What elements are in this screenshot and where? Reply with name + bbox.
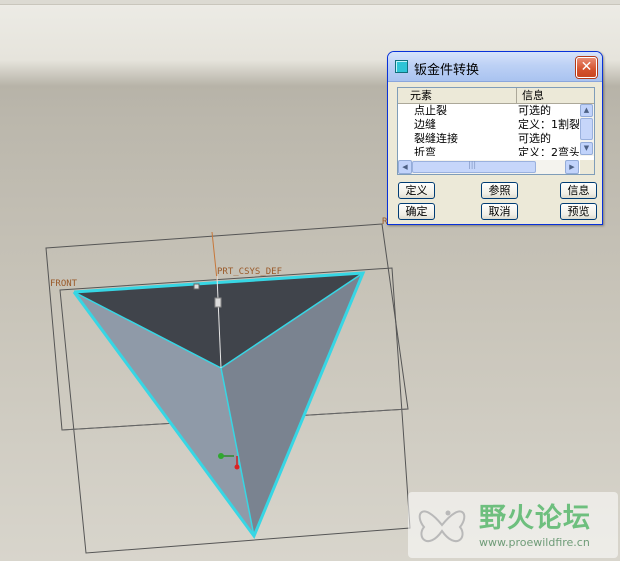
csys-origin <box>218 453 224 459</box>
list-item[interactable]: 点止裂 可选的 <box>398 104 579 118</box>
watermark: 野火论坛 www.proewildfire.cn <box>408 492 618 558</box>
row-info: 定义：2弯头 <box>518 146 579 156</box>
refs-button[interactable]: 参照 <box>481 182 518 199</box>
datum-point <box>193 283 200 290</box>
row-element: 裂缝连接 <box>414 132 458 145</box>
csys-z-marker <box>234 464 240 470</box>
row-element: 边缝 <box>414 118 436 131</box>
row-info: 可选的 <box>518 104 551 117</box>
scroll-right-icon[interactable]: ▶ <box>565 160 579 174</box>
dialog-title: 钣金件转换 <box>414 63 480 78</box>
graphics-viewport[interactable]: FRONT PRT_CSYS_DEF RIGHT 钣金件转换 ✕ 元素 信息 点… <box>0 0 620 561</box>
watermark-url: www.proewildfire.cn <box>479 536 590 549</box>
horizontal-scrollbar[interactable]: ◀ ▶ <box>398 160 579 174</box>
scroll-corner <box>580 160 594 174</box>
list-rows: 点止裂 可选的 边缝 定义：1割裂 裂缝连接 可选的 折弯 定义：2弯头 <box>398 104 579 156</box>
list-item[interactable]: 裂缝连接 可选的 <box>398 132 579 146</box>
scroll-down-icon[interactable]: ▼ <box>580 142 593 155</box>
scroll-up-icon[interactable]: ▲ <box>580 104 593 117</box>
vertical-scroll-thumb[interactable] <box>580 118 593 140</box>
column-header-element[interactable]: 元素 <box>398 88 517 103</box>
list-item[interactable]: 折弯 定义：2弯头 <box>398 146 579 156</box>
vertical-scrollbar[interactable]: ▲ ▼ <box>580 104 594 156</box>
close-icon: ✕ <box>580 59 593 75</box>
label-front: FRONT <box>50 279 78 289</box>
label-csys: PRT_CSYS_DEF <box>217 267 282 277</box>
element-list[interactable]: 元素 信息 点止裂 可选的 边缝 定义：1割裂 裂缝连接 可选的 折弯 定义：2… <box>397 87 595 175</box>
row-element: 折弯 <box>414 146 436 156</box>
close-button[interactable]: ✕ <box>576 57 597 78</box>
dialog-titlebar[interactable]: 钣金件转换 ✕ <box>388 52 602 82</box>
app-icon <box>395 60 408 73</box>
ok-button[interactable]: 确定 <box>398 203 435 220</box>
define-button[interactable]: 定义 <box>398 182 435 199</box>
horizontal-scroll-thumb[interactable] <box>412 160 536 173</box>
cancel-button[interactable]: 取消 <box>481 203 518 220</box>
sheetmetal-convert-dialog[interactable]: 钣金件转换 ✕ 元素 信息 点止裂 可选的 边缝 定义：1割裂 裂缝连接 可选的 <box>387 51 603 225</box>
butterfly-logo-icon <box>418 510 466 543</box>
list-item[interactable]: 边缝 定义：1割裂 <box>398 118 579 132</box>
column-header-info[interactable]: 信息 <box>517 88 579 103</box>
scroll-left-icon[interactable]: ◀ <box>398 160 412 174</box>
info-button[interactable]: 信息 <box>560 182 597 199</box>
preview-button[interactable]: 预览 <box>560 203 597 220</box>
row-info: 可选的 <box>518 132 551 145</box>
seam-marker <box>214 297 222 308</box>
list-header: 元素 信息 <box>398 88 594 104</box>
row-info: 定义：1割裂 <box>518 118 579 131</box>
watermark-title: 野火论坛 <box>479 503 591 534</box>
row-element: 点止裂 <box>414 104 447 117</box>
